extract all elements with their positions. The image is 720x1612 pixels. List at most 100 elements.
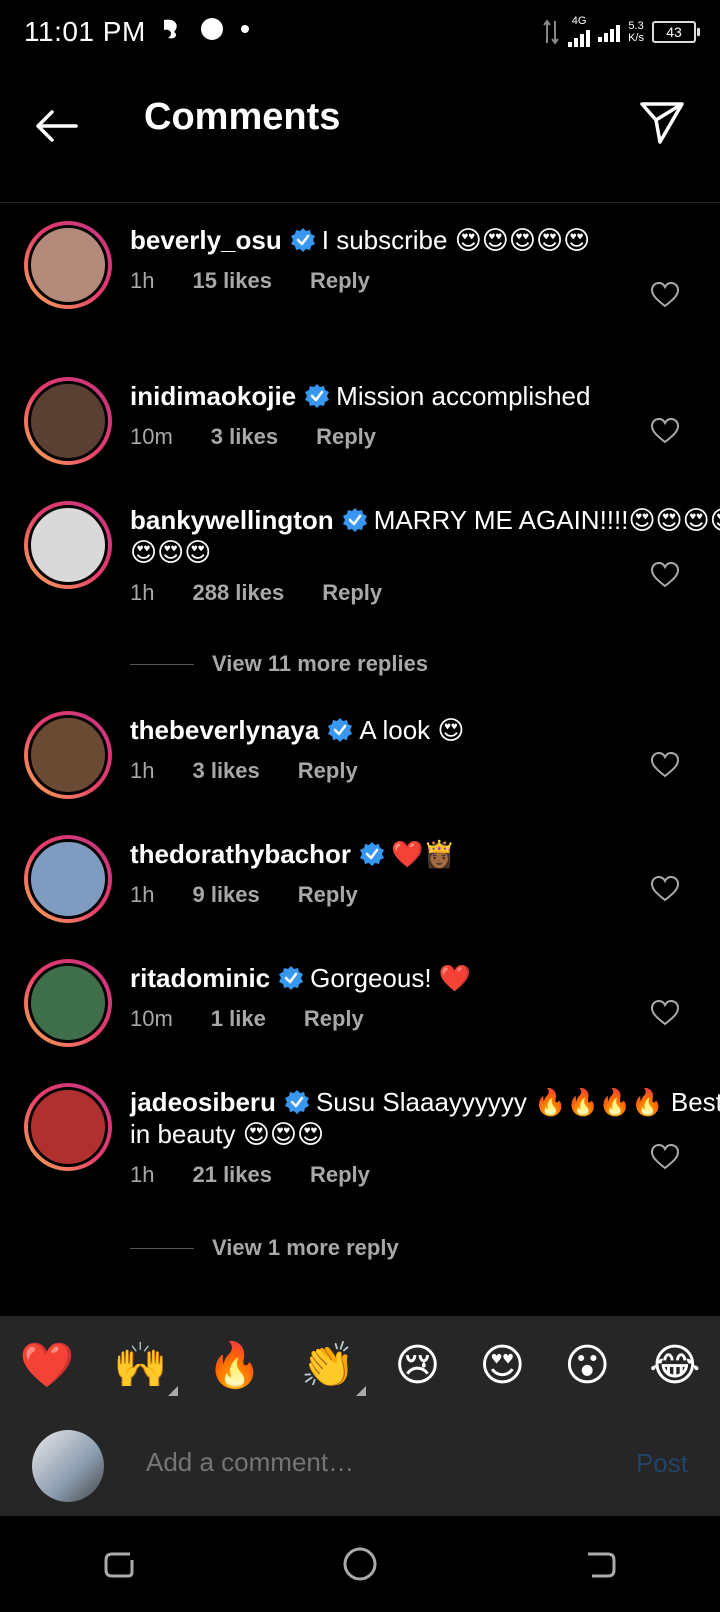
comment-likes[interactable]: 288 likes (192, 580, 284, 606)
comment-text-block: thebeverlynaya A look 😍 (130, 714, 720, 746)
send-icon[interactable] (636, 96, 688, 148)
avatar[interactable] (24, 711, 112, 799)
view-more-label[interactable]: View 1 more reply (212, 1235, 399, 1261)
emoji-surprised[interactable]: 😮 (564, 1344, 610, 1388)
comment-likes[interactable]: 3 likes (211, 424, 278, 450)
battery-icon: 43 (652, 20, 700, 43)
status-bar: 11:01 PM 4G 5.3 K/s 43 (0, 0, 720, 66)
comment-body: A look 😍 (359, 715, 465, 745)
emoji-fire[interactable]: 🔥 (207, 1344, 262, 1388)
comment-meta: 1h 15 likes Reply (130, 268, 720, 294)
verified-badge-icon (360, 842, 385, 866)
emoji-crying[interactable]: 😢 (395, 1344, 441, 1388)
like-heart-icon[interactable] (650, 416, 680, 446)
comment-item[interactable]: beverly_osu I subscribe 😍😍😍😍😍 1h 15 likes Re… (0, 221, 720, 309)
avatar[interactable] (24, 835, 112, 923)
comment-time: 10m (130, 424, 173, 449)
avatar[interactable] (24, 221, 112, 309)
comment-body: Gorgeous! ❤️ (310, 963, 472, 993)
comment-username[interactable]: jadeosiberu (130, 1087, 276, 1117)
view-more-label[interactable]: View 11 more replies (212, 651, 428, 677)
comment-item[interactable]: jadeosiberu Susu Slaaayyyyyy 🔥🔥🔥🔥 Best in… (0, 1083, 720, 1188)
comment-list[interactable]: beverly_osu I subscribe 😍😍😍😍😍 1h 15 likes Re… (0, 204, 720, 1316)
net-speed-unit: K/s (628, 31, 644, 44)
status-system-icons: 4G 5.3 K/s 43 (542, 15, 700, 47)
verified-badge-icon (284, 1090, 309, 1114)
network-type: 4G (571, 15, 587, 27)
comment-username[interactable]: beverly_osu (130, 225, 282, 255)
comment-meta: 1h 288 likes Reply (130, 580, 720, 606)
comment-body: ❤️👸🏾 (391, 839, 456, 869)
comment-body: Mission accomplished (336, 381, 591, 411)
comment-time: 1h (130, 1162, 155, 1187)
comment-item[interactable]: ritadominic Gorgeous! ❤️ 10m 1 like Reply (0, 959, 720, 1047)
signal-icon-2 (598, 22, 621, 42)
avatar[interactable] (24, 377, 112, 465)
comment-likes[interactable]: 3 likes (192, 758, 259, 784)
reply-button[interactable]: Reply (316, 424, 376, 450)
emoji-joy[interactable]: 😂 (649, 1344, 700, 1388)
comment-likes[interactable]: 9 likes (192, 882, 259, 908)
emoji-heart-eyes[interactable]: 😍 (479, 1344, 525, 1388)
comment-time: 1h (130, 758, 155, 783)
avatar[interactable] (24, 959, 112, 1047)
data-transfer-icon (543, 18, 559, 45)
status-time: 11:01 PM (24, 16, 146, 47)
back-arrow-icon[interactable] (30, 100, 82, 152)
comment-username[interactable]: thebeverlynaya (130, 715, 319, 745)
net-speed: 5.3 K/s (628, 20, 644, 44)
comment-text-block: inidimaokojie Mission accomplished (130, 380, 720, 412)
emoji-heart[interactable]: ❤️ (19, 1344, 74, 1388)
comment-item[interactable]: thedorathybachor ❤️👸🏾 1h 9 likes Reply (0, 835, 720, 923)
reply-button[interactable]: Reply (298, 758, 358, 784)
comment-meta: 1h 3 likes Reply (130, 758, 720, 784)
comment-likes[interactable]: 21 likes (192, 1162, 272, 1188)
comment-input[interactable] (144, 1446, 588, 1479)
view-more-replies[interactable]: View 11 more replies (0, 644, 428, 684)
comment-username[interactable]: thedorathybachor (130, 839, 351, 869)
comment-text-block: beverly_osu I subscribe 😍😍😍😍😍 (130, 224, 720, 256)
reply-button[interactable]: Reply (310, 1162, 370, 1188)
like-heart-icon[interactable] (650, 1142, 680, 1172)
verified-badge-icon (290, 228, 315, 252)
comments-header: Comments (0, 66, 720, 203)
avatar[interactable] (24, 501, 112, 589)
comment-likes[interactable]: 15 likes (192, 268, 272, 294)
post-button[interactable]: Post (636, 1448, 688, 1479)
comment-text-block: thedorathybachor ❤️👸🏾 (130, 838, 720, 870)
comment-meta: 10m 1 like Reply (130, 1006, 720, 1032)
comment-username[interactable]: ritadominic (130, 963, 270, 993)
comment-item[interactable]: thebeverlynaya A look 😍 1h 3 likes Reply (0, 711, 720, 799)
net-speed-value: 5.3 (628, 19, 644, 32)
avatar (32, 1430, 104, 1502)
comment-item[interactable]: inidimaokojie Mission accomplished 10m 3 li… (0, 377, 720, 465)
like-heart-icon[interactable] (650, 874, 680, 904)
verified-badge-icon (328, 718, 353, 742)
reply-button[interactable]: Reply (322, 580, 382, 606)
comment-likes[interactable]: 1 like (211, 1006, 266, 1032)
avatar[interactable] (24, 1083, 112, 1171)
view-more-replies[interactable]: View 1 more reply (0, 1228, 399, 1268)
recents-icon[interactable] (100, 1544, 140, 1584)
reply-button[interactable]: Reply (304, 1006, 364, 1032)
status-notification-icons (158, 16, 250, 42)
comment-username[interactable]: bankywellington (130, 505, 334, 535)
comment-time: 10m (130, 1006, 173, 1031)
like-heart-icon[interactable] (650, 280, 680, 310)
signal-icon (568, 27, 591, 47)
comment-item[interactable]: bankywellington MARRY ME AGAIN!!!!😍😍😍😍😍😍😍… (0, 501, 720, 606)
quick-emoji-bar: ❤️ 🙌 🔥 👏 😢 😍 😮 😂 (0, 1316, 720, 1416)
like-heart-icon[interactable] (650, 560, 680, 590)
back-icon[interactable] (580, 1544, 620, 1584)
reply-button[interactable]: Reply (310, 268, 370, 294)
like-heart-icon[interactable] (650, 750, 680, 780)
verified-badge-icon (305, 384, 330, 408)
home-icon[interactable] (340, 1544, 380, 1584)
like-heart-icon[interactable] (650, 998, 680, 1028)
reply-button[interactable]: Reply (298, 882, 358, 908)
emoji-raised-hands[interactable]: 🙌 (113, 1344, 178, 1396)
system-nav-bar (0, 1516, 720, 1612)
emoji-clap[interactable]: 👏 (301, 1344, 366, 1396)
comment-username[interactable]: inidimaokojie (130, 381, 296, 411)
verified-badge-icon (279, 966, 304, 990)
